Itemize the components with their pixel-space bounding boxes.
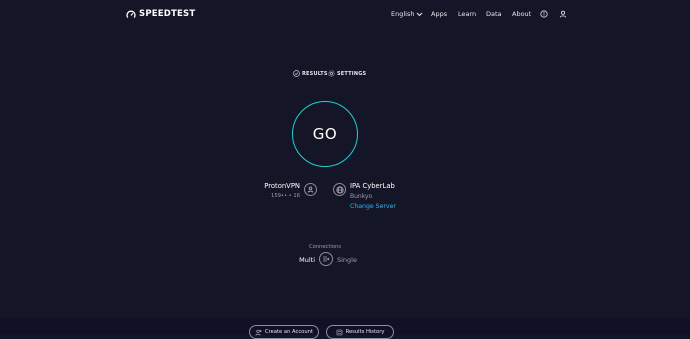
speedometer-icon <box>126 5 136 24</box>
results-history-button[interactable]: Results History <box>326 325 394 339</box>
go-button[interactable]: GO <box>292 101 358 167</box>
nav-about[interactable]: About <box>512 8 531 20</box>
change-server-link[interactable]: Change Server <box>350 203 420 210</box>
server-location: Bunkyo <box>350 193 373 200</box>
tab-settings[interactable]: SETTINGS <box>328 69 366 78</box>
check-circle-icon <box>293 70 300 77</box>
connections-multi[interactable]: Multi <box>283 256 315 264</box>
nav-data[interactable]: Data <box>486 8 502 20</box>
create-account-button[interactable]: Create an Account <box>249 325 319 339</box>
results-history-label: Results History <box>345 329 385 335</box>
server-info: IPA CyberLab Bunkyo Change Server <box>350 182 420 210</box>
go-button-label: GO <box>312 125 338 143</box>
nav-language-label: English <box>391 10 415 18</box>
connections-toggle[interactable] <box>319 252 333 266</box>
isp-name: ProtonVPN <box>264 182 300 190</box>
connections-label: Connections <box>308 244 342 250</box>
add-user-icon <box>255 329 262 336</box>
nav-apps[interactable]: Apps <box>431 8 447 20</box>
nav-learn[interactable]: Learn <box>458 8 476 20</box>
connections-arrows-icon <box>323 256 330 262</box>
tab-results-label: RESULTS <box>302 70 328 77</box>
nav-about-label: About <box>512 10 532 18</box>
speedtest-logo[interactable]: SPEEDTEST <box>126 8 195 20</box>
nav-apps-label: Apps <box>431 10 448 18</box>
isp-ip: 159•• • 16 <box>271 193 300 199</box>
tab-results[interactable]: RESULTS <box>293 69 328 78</box>
user-icon[interactable] <box>559 10 567 18</box>
nav-language[interactable]: English <box>391 8 423 20</box>
logo-text: SPEEDTEST <box>139 9 196 19</box>
tab-settings-label: SETTINGS <box>337 70 367 77</box>
history-icon <box>336 329 342 335</box>
connections-single[interactable]: Single <box>337 256 357 264</box>
globe-icon <box>333 183 346 196</box>
chevron-down-icon <box>417 12 423 16</box>
isp-info: ProtonVPN 159•• • 16 <box>244 182 300 199</box>
server-name: IPA CyberLab <box>350 182 395 190</box>
nav-data-label: Data <box>486 10 502 18</box>
isp-user-icon <box>304 183 317 196</box>
nav-learn-label: Learn <box>458 10 477 18</box>
create-account-label: Create an Account <box>265 329 313 335</box>
help-icon[interactable] <box>540 10 548 18</box>
gear-icon <box>328 70 335 77</box>
